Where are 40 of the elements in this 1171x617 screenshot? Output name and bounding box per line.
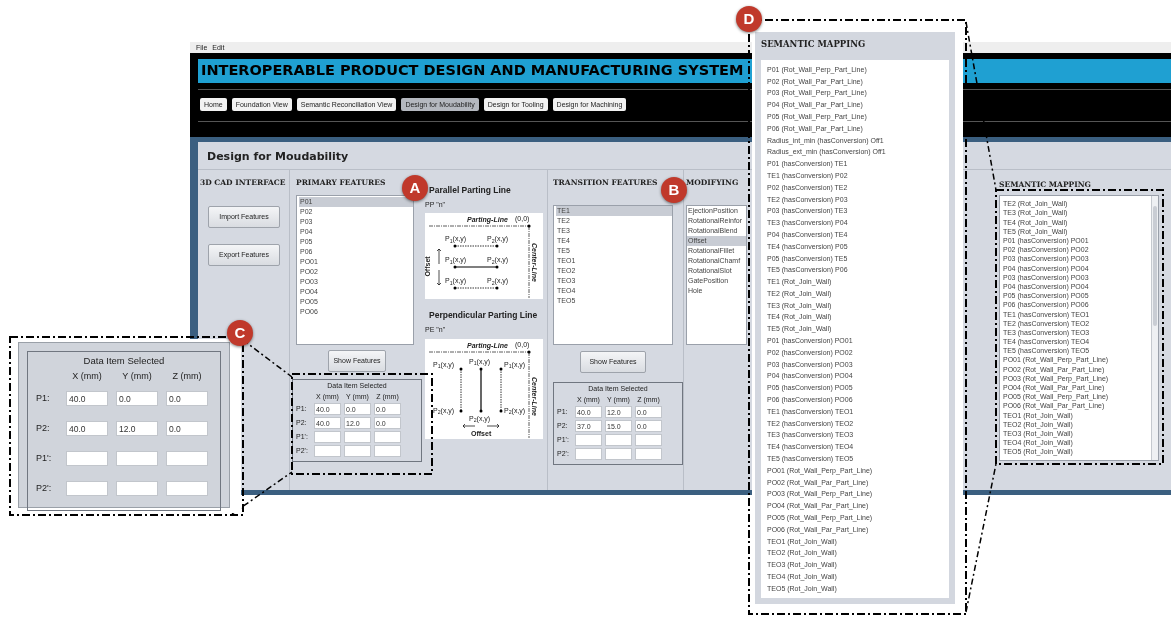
coordinate-field[interactable] bbox=[314, 431, 341, 444]
column-header: X (mm) bbox=[71, 370, 103, 384]
point-label: P1': bbox=[36, 452, 53, 465]
coordinate-field[interactable]: 40.0 bbox=[66, 421, 108, 437]
coordinate-field[interactable] bbox=[344, 431, 371, 444]
column-header: Z (mm) bbox=[171, 370, 203, 384]
coordinate-field[interactable] bbox=[116, 481, 158, 497]
coordinate-field[interactable]: 0.0 bbox=[166, 391, 208, 407]
coordinate-field[interactable] bbox=[314, 445, 341, 458]
point-label: P2: bbox=[36, 422, 51, 435]
coordinate-field[interactable]: 0.0 bbox=[166, 421, 208, 437]
coordinate-field[interactable] bbox=[116, 451, 158, 467]
coordinate-field[interactable] bbox=[575, 448, 602, 461]
app-title: INTEROPERABLE PRODUCT DESIGN AND MANUFACTURING SYSTEM bbox=[201, 61, 744, 81]
coordinate-field[interactable] bbox=[66, 451, 108, 467]
diagram-title: Parallel Parting Line bbox=[429, 184, 511, 197]
leader-line bbox=[231, 471, 293, 515]
column-header: Y (mm) bbox=[121, 370, 153, 384]
point-label: P1: bbox=[36, 392, 51, 405]
coordinate-field[interactable] bbox=[635, 434, 662, 447]
coordinate-field[interactable] bbox=[374, 445, 401, 458]
coordinate-field[interactable]: 12.0 bbox=[116, 421, 158, 437]
callout-badge: D bbox=[736, 6, 762, 32]
coordinate-field[interactable] bbox=[605, 448, 632, 461]
coordinate-field[interactable]: 0.0 bbox=[116, 391, 158, 407]
point-label: P2': bbox=[36, 482, 53, 495]
coordinate-field[interactable] bbox=[374, 431, 401, 444]
coordinate-field[interactable]: 40.0 bbox=[66, 391, 108, 407]
coordinate-field[interactable] bbox=[166, 451, 208, 467]
coordinate-field[interactable] bbox=[635, 448, 662, 461]
scrollbar-thumb[interactable] bbox=[1153, 206, 1157, 327]
coordinate-field[interactable] bbox=[66, 481, 108, 497]
coordinate-field[interactable] bbox=[344, 445, 371, 458]
diagram-title: Perpendicular Parting Line bbox=[429, 309, 538, 322]
page-title: Design for Moudability bbox=[207, 148, 349, 165]
coordinate-field[interactable] bbox=[166, 481, 208, 497]
section-heading: SEMANTIC MAPPING bbox=[761, 38, 867, 51]
group-title: Data Item Selected bbox=[83, 354, 165, 368]
coordinate-field[interactable] bbox=[575, 434, 602, 447]
coordinate-field[interactable] bbox=[605, 434, 632, 447]
